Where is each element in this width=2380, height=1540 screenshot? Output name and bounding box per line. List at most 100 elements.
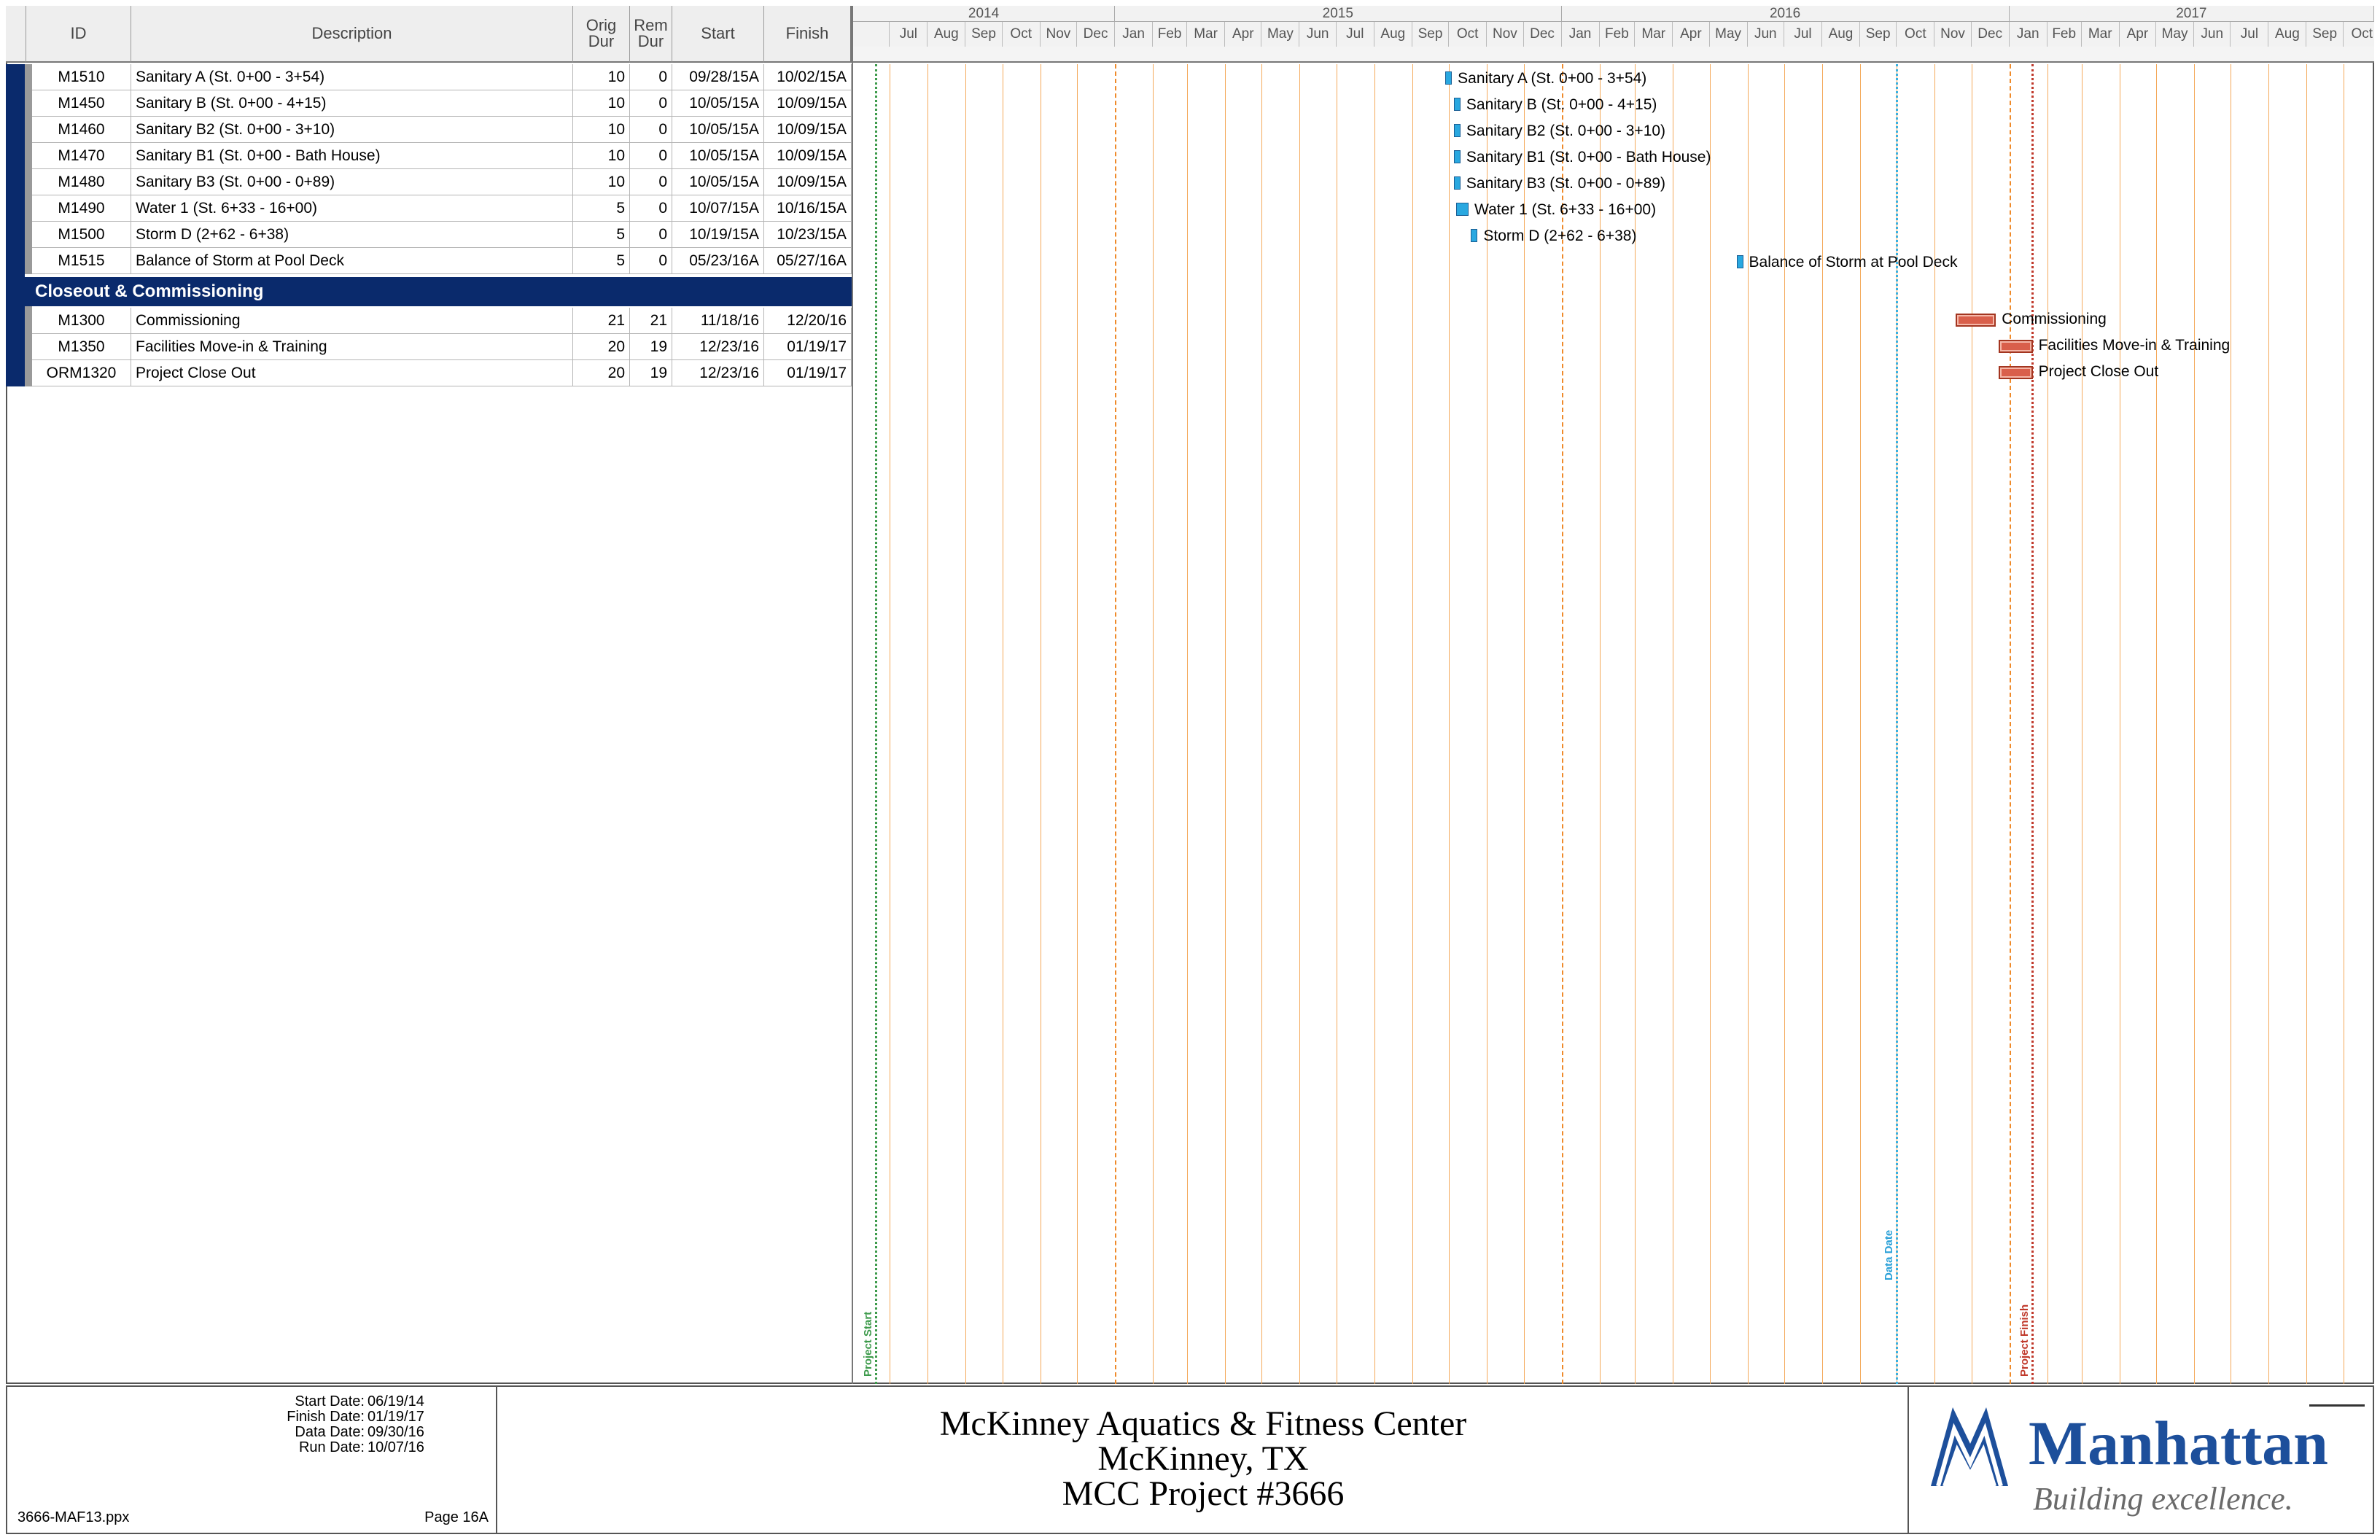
wbs-sublevel-band — [25, 64, 32, 274]
timescale-month: Oct — [1449, 22, 1488, 47]
project-finish-line — [2031, 64, 2034, 1384]
finish-date: 01/19/17 — [764, 360, 852, 386]
bar-label: Sanitary B3 (St. 0+00 - 0+89) — [1466, 175, 1666, 192]
orig-duration: 20 — [573, 360, 630, 386]
start-date: 09/28/15A — [672, 64, 764, 90]
activity-bar[interactable] — [1471, 229, 1478, 242]
timescale-month: Sep — [965, 22, 1003, 47]
rem-duration: 0 — [630, 143, 672, 169]
timescale-month: Dec — [1523, 22, 1562, 47]
finish-date: 10/23/15A — [764, 222, 852, 248]
month-gridline — [1225, 64, 1226, 1384]
timescale-month: Feb — [2047, 22, 2082, 47]
year-gridline — [1115, 64, 1117, 1384]
timescale-month: Jun — [2194, 22, 2231, 47]
table-row[interactable]: M1515 Balance of Storm at Pool Deck 5 0 05/2… — [32, 248, 852, 274]
rem-duration: 0 — [630, 222, 672, 248]
rem-duration: 0 — [630, 64, 672, 90]
col-header-description[interactable]: Description — [131, 6, 573, 63]
col-header-rem-dur[interactable]: Rem Dur — [630, 6, 672, 63]
month-gridline — [1523, 64, 1525, 1384]
timescale-month: Dec — [1077, 22, 1116, 47]
activity-bar[interactable] — [1453, 150, 1461, 163]
timescale-month: Sep — [1859, 22, 1897, 47]
orig-duration: 20 — [573, 334, 630, 360]
finish-date: 05/27/16A — [764, 248, 852, 274]
manhattan-logo-icon — [1931, 1407, 2008, 1487]
timescale-year: 2017 — [2009, 6, 2374, 22]
table-row[interactable]: M1300 Commissioning 21 21 11/18/16 12/20/16 — [32, 308, 852, 334]
rem-duration: 0 — [630, 169, 672, 195]
brand-name: Manhattan — [2029, 1408, 2328, 1478]
month-gridline — [1187, 64, 1189, 1384]
table-row[interactable]: M1450 Sanitary B (St. 0+00 - 4+15) 10 0 10/0… — [32, 90, 852, 117]
col-header-id[interactable]: ID — [26, 6, 131, 63]
activity-id: M1490 — [32, 195, 131, 222]
timescale-month: Jan — [1115, 22, 1154, 47]
table-row[interactable]: M1480 Sanitary B3 (St. 0+00 - 0+89) 10 0 10/… — [32, 169, 852, 195]
timescale-year: 2016 — [1561, 6, 2010, 22]
bar-label: Water 1 (St. 6+33 - 16+00) — [1474, 201, 1657, 218]
activity-bar[interactable] — [1445, 71, 1452, 85]
table-row[interactable]: M1490 Water 1 (St. 6+33 - 16+00) 5 0 10/07/1… — [32, 195, 852, 222]
timescale-month: Nov — [1934, 22, 1972, 47]
activity-description: Water 1 (St. 6+33 - 16+00) — [131, 195, 573, 222]
bar-label: Storm D (2+62 - 6+38) — [1483, 228, 1637, 244]
orig-duration: 10 — [573, 143, 630, 169]
activity-description: Balance of Storm at Pool Deck — [131, 248, 573, 274]
month-gridline — [2268, 64, 2270, 1384]
timescale-month: Apr — [1673, 22, 1710, 47]
table-row[interactable]: M1350 Facilities Move-in & Training 20 19 12… — [32, 334, 852, 360]
activity-description: Facilities Move-in & Training — [131, 334, 573, 360]
data-date-value: 09/30/16 — [368, 1424, 424, 1440]
activity-bar[interactable] — [1453, 124, 1461, 137]
footer-dates-box: Start Date: 06/19/14 Finish Date: 01/19/… — [7, 1387, 497, 1533]
table-row[interactable]: M1510 Sanitary A (St. 0+00 - 3+54) 10 0 09/2… — [32, 64, 852, 90]
timescale-month: May — [2156, 22, 2195, 47]
month-gridline — [965, 64, 967, 1384]
activity-bar[interactable] — [1736, 255, 1743, 268]
bar-label: Sanitary A (St. 0+00 - 3+54) — [1458, 70, 1647, 87]
month-gridline — [1374, 64, 1375, 1384]
rem-duration: 0 — [630, 90, 672, 117]
run-date-value: 10/07/16 — [368, 1439, 424, 1455]
table-row[interactable]: M1500 Storm D (2+62 - 6+38) 5 0 10/19/15A 10/… — [32, 222, 852, 248]
finish-date: 10/09/15A — [764, 90, 852, 117]
start-date: 10/05/15A — [672, 143, 764, 169]
activity-id: M1460 — [32, 117, 131, 143]
month-gridline — [1635, 64, 1636, 1384]
month-gridline — [1412, 64, 1413, 1384]
start-date: 12/23/16 — [672, 334, 764, 360]
col-header-orig-dur[interactable]: Orig Dur — [573, 6, 630, 63]
timescale-month: Sep — [1412, 22, 1450, 47]
activity-bar[interactable] — [1453, 98, 1461, 111]
activity-bar[interactable] — [1955, 314, 1996, 327]
table-row[interactable]: M1460 Sanitary B2 (St. 0+00 - 3+10) 10 0 10/… — [32, 117, 852, 143]
col-header-start[interactable]: Start — [672, 6, 764, 63]
month-gridline — [1261, 64, 1263, 1384]
timescale-month: Jul — [890, 22, 928, 47]
activity-bar[interactable] — [1998, 340, 2033, 353]
table-row[interactable]: M1470 Sanitary B1 (St. 0+00 - Bath House)… — [32, 143, 852, 169]
rem-duration: 19 — [630, 360, 672, 386]
project-start-line — [875, 64, 878, 1384]
timescale-month: Jun — [1299, 22, 1337, 47]
month-gridline — [2194, 64, 2196, 1384]
table-row[interactable]: ORM1320 Project Close Out 20 19 12/23/16 01/1… — [32, 360, 852, 386]
month-gridline — [1077, 64, 1078, 1384]
month-gridline — [1449, 64, 1450, 1384]
month-gridline — [1709, 64, 1711, 1384]
activity-bar[interactable] — [1998, 366, 2033, 379]
activity-bar[interactable] — [1456, 203, 1469, 216]
bar-label: Sanitary B1 (St. 0+00 - Bath House) — [1466, 149, 1711, 166]
orig-duration: 5 — [573, 248, 630, 274]
activity-bar[interactable] — [1453, 176, 1461, 190]
month-gridline — [1747, 64, 1749, 1384]
month-gridline — [1599, 64, 1601, 1384]
timescale-month: Jul — [1336, 22, 1374, 47]
wbs-group-header[interactable]: Closeout & Commissioning — [25, 277, 852, 306]
start-date: 05/23/16A — [672, 248, 764, 274]
col-header-finish[interactable]: Finish — [764, 6, 852, 63]
wbs-level-band — [6, 64, 25, 386]
timescale-year: 2015 — [1115, 6, 1562, 22]
